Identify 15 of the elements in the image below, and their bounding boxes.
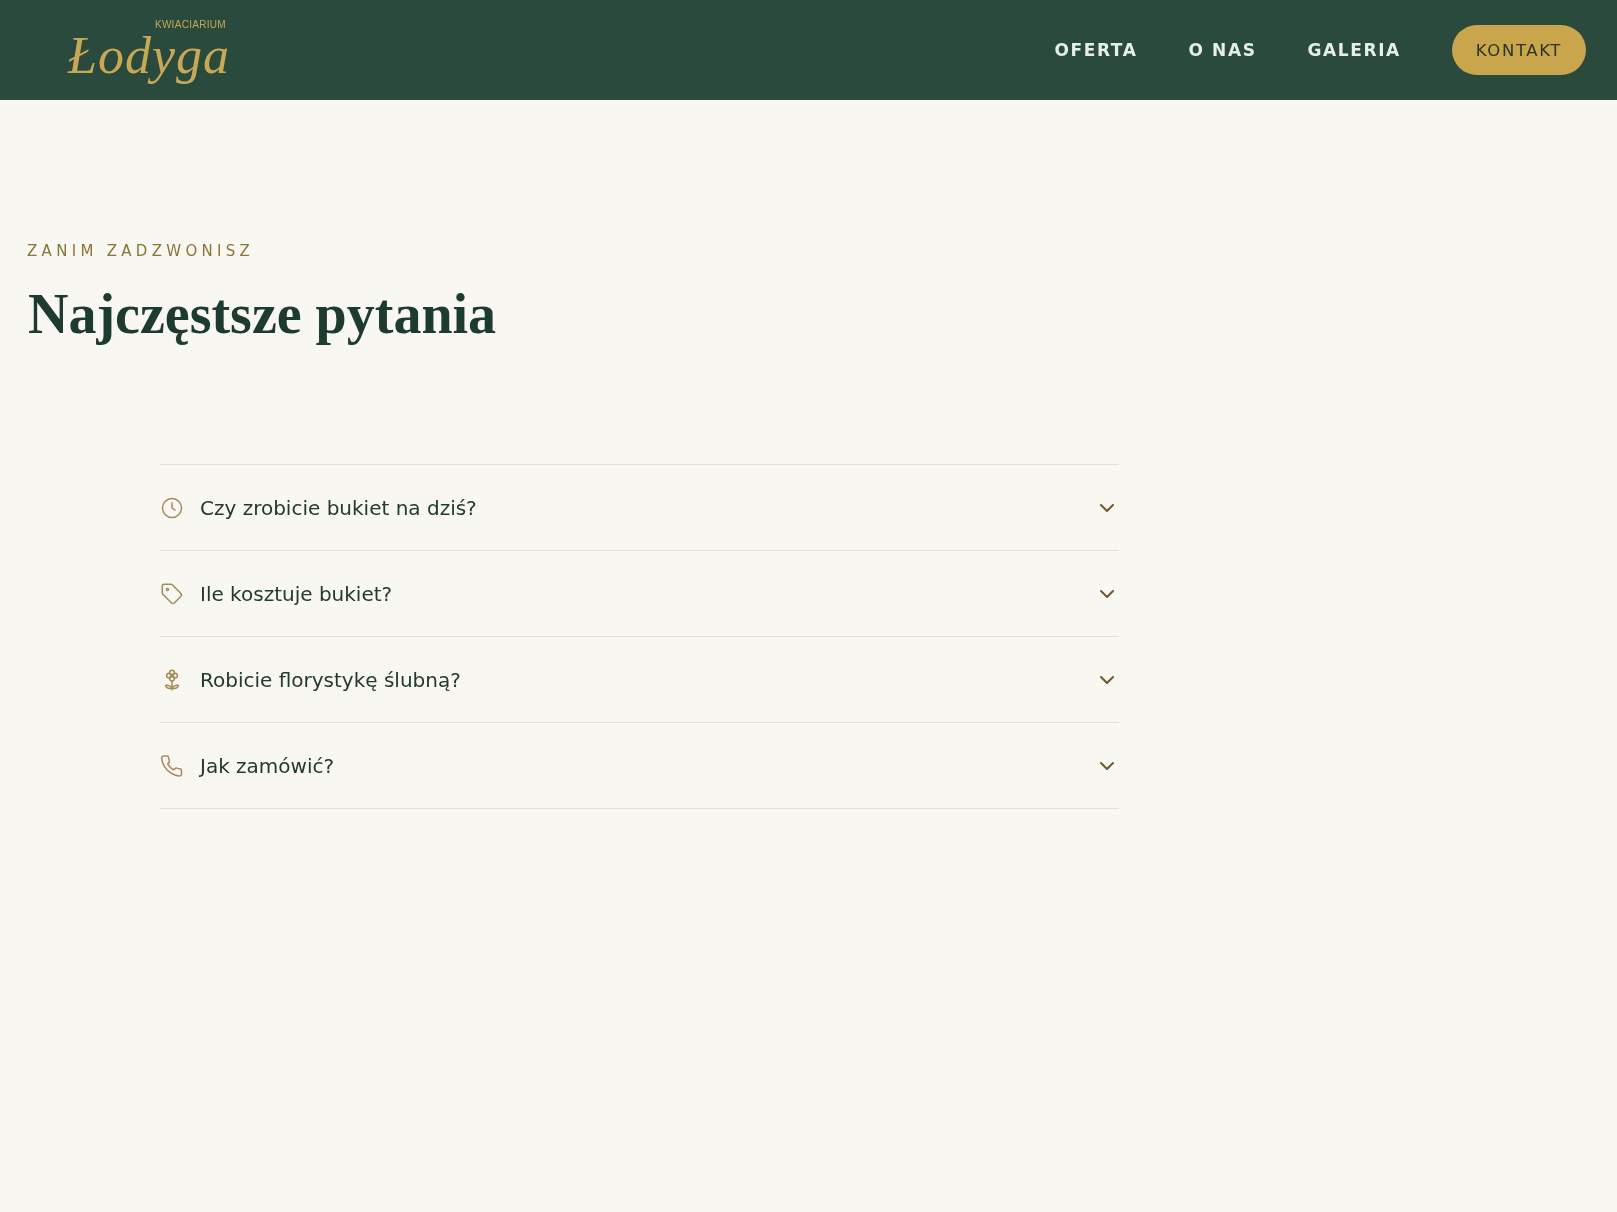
contact-button[interactable]: KONTAKT [1451, 25, 1586, 75]
section-eyebrow: ZANIM ZADZWONISZ [27, 241, 255, 261]
faq-question[interactable]: Czy zrobicie bukiet na dziś? [160, 465, 1119, 551]
nav-link[interactable]: OFERTA [1054, 40, 1138, 60]
nav-link[interactable]: O NAS [1188, 40, 1257, 60]
logo-tagline: KWIACIARIUM [154, 18, 226, 30]
tag-icon [160, 581, 184, 606]
nav-link[interactable]: GALERIA [1307, 40, 1401, 60]
phone-icon [160, 753, 184, 778]
logo-wordmark: Łodyga [68, 29, 230, 82]
faq-question[interactable]: Ile kosztuje bukiet? [160, 551, 1119, 637]
faq-question[interactable]: Jak zamówić? [160, 723, 1119, 809]
section-heading: Najczęstsze pytania [28, 283, 497, 345]
faq-question[interactable]: Robicie florystykę ślubną? [160, 637, 1119, 723]
clock-icon [160, 495, 184, 520]
